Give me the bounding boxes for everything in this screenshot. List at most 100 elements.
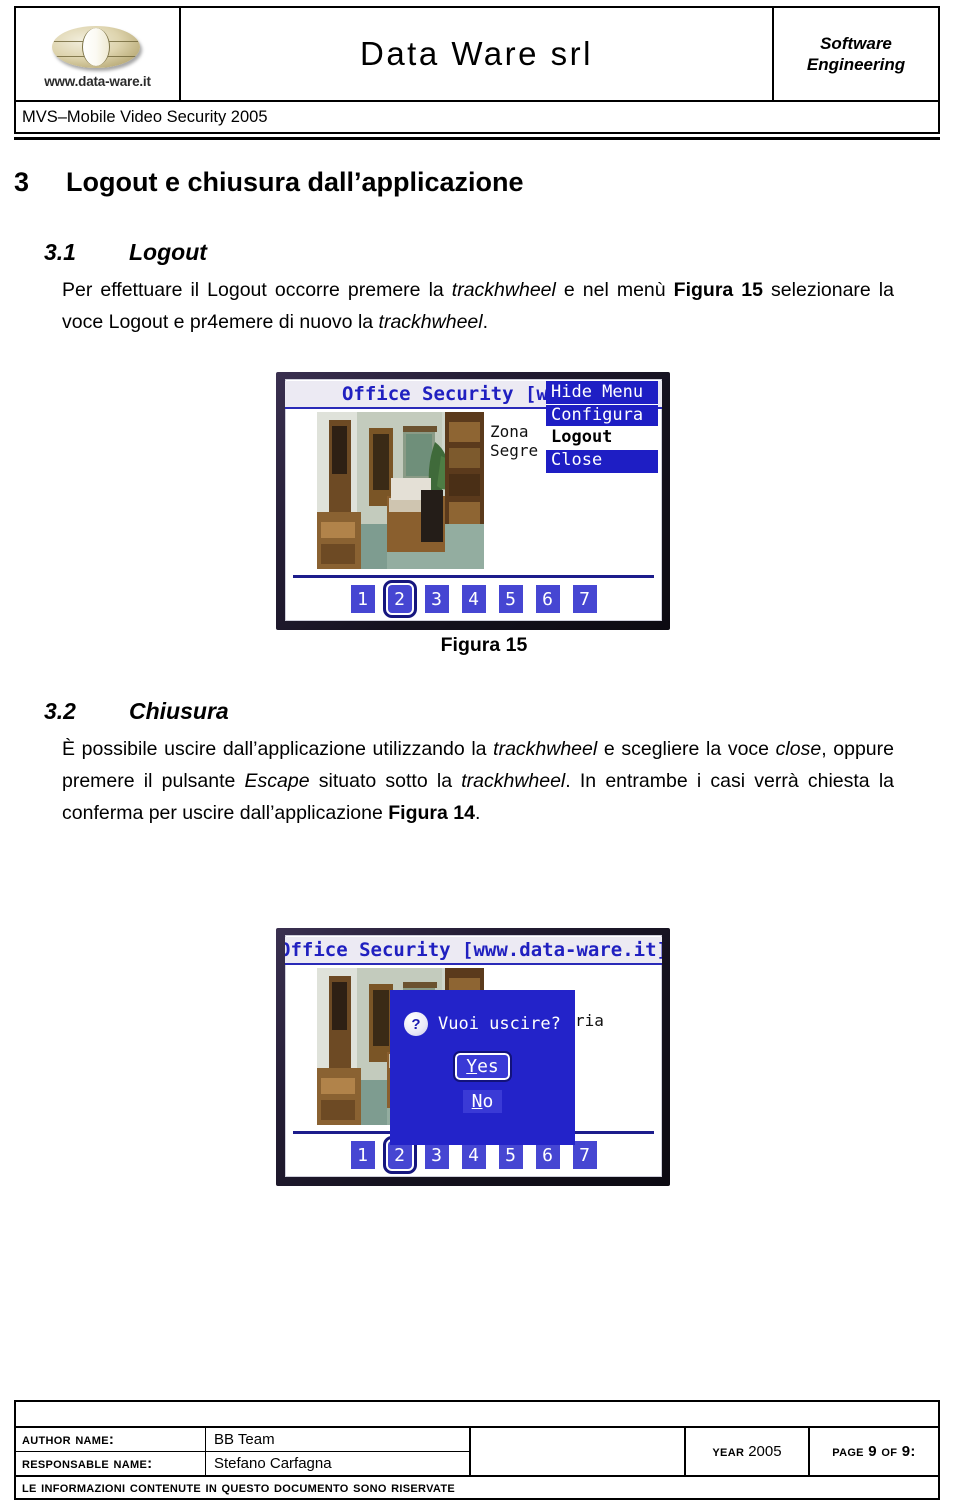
subsection-number-logout: 3.1 xyxy=(44,238,76,265)
figure-14-screenshot: Office Security [www.data-ware.it] ria ?… xyxy=(276,928,670,1186)
camera-button-2[interactable]: 2 xyxy=(382,1136,417,1174)
subsection-number-chiusura: 3.2 xyxy=(44,698,76,725)
dialog-yes-button[interactable]: Yes xyxy=(453,1051,512,1082)
no-mnemonic: N xyxy=(471,1091,483,1112)
year-label: Year xyxy=(712,1443,745,1460)
camera-button-4[interactable]: 4 xyxy=(461,1141,486,1169)
text-run-italic: close xyxy=(775,738,822,761)
header-logo-cell: www.data-ware.it xyxy=(16,8,181,100)
figure-15-screenshot: Office Security [www.da Zona Segre Hide … xyxy=(276,372,670,630)
subsection-title-logout: Logout xyxy=(129,238,207,265)
footer-main-row: Author Name: BB Team Responsable Name: S… xyxy=(16,1428,938,1475)
page-current: 9 xyxy=(868,1443,877,1460)
confidentiality-notice: Le informazioni contenute in questo docu… xyxy=(16,1475,938,1498)
camera-button-5[interactable]: 5 xyxy=(498,1141,523,1169)
context-menu[interactable]: Hide Menu Configura Logout Close xyxy=(546,381,658,474)
text-run: Per effettuare il Logout occorre premere… xyxy=(62,278,452,301)
footer-author-row: Author Name: BB Team xyxy=(16,1428,469,1452)
responsable-name-value: Stefano Carfagna xyxy=(214,1455,332,1472)
header-tagline-cell: Software Engineering xyxy=(774,8,938,100)
camera-button-2[interactable]: 2 xyxy=(382,580,417,618)
page-footer: Author Name: BB Team Responsable Name: S… xyxy=(14,1400,940,1500)
yes-mnemonic: Y xyxy=(466,1056,478,1077)
camera-button-6[interactable]: 6 xyxy=(535,585,560,613)
text-run: e nel menù xyxy=(555,278,674,301)
paragraph-chiusura: È possibile uscire dall’applicazione uti… xyxy=(62,734,894,829)
logo-website-url: www.data-ware.it xyxy=(44,73,151,89)
text-run: . xyxy=(474,801,481,824)
figure-15-caption: Figura 15 xyxy=(440,634,528,657)
page-total: 9: xyxy=(901,1443,916,1460)
page-label: Page xyxy=(832,1443,864,1460)
footer-year-cell: Year 2005 xyxy=(686,1428,810,1475)
dialog-button-group: Yes No xyxy=(390,1051,575,1113)
paragraph-logout: Per effettuare il Logout occorre premere… xyxy=(62,275,894,338)
section-heading: 3 Logout e chiusura dall’applicazione xyxy=(14,167,940,198)
tagline-line-1: Software xyxy=(820,33,892,53)
zone-label: Zona Segre xyxy=(490,422,539,461)
camera-button-7[interactable]: 7 xyxy=(572,585,597,613)
zone-label-line-2: Segre xyxy=(490,440,539,460)
device-screen: Office Security [www.data-ware.it] ria ?… xyxy=(285,935,662,1177)
subsection-title-chiusura: Chiusura xyxy=(129,698,229,725)
text-run-italic: Escape xyxy=(244,770,310,793)
camera-number-bar: 1 2 3 4 5 6 7 xyxy=(285,580,662,618)
dialog-message-row: ? Vuoi uscire? xyxy=(390,990,575,1036)
page-header: www.data-ware.it Data Ware srl Software … xyxy=(14,6,940,140)
year-value: 2005 xyxy=(748,1443,782,1460)
zone-label-behind-dialog: ria xyxy=(575,1011,604,1030)
footer-empty-cell xyxy=(471,1428,686,1475)
text-run-bold: Figura 14 xyxy=(388,801,475,824)
header-company-cell: Data Ware srl xyxy=(181,8,774,100)
dialog-no-button[interactable]: No xyxy=(462,1090,503,1113)
document-subtitle-bar: MVS–Mobile Video Security 2005 xyxy=(14,102,940,134)
camera-button-5[interactable]: 5 xyxy=(498,585,523,613)
menu-item-logout[interactable]: Logout xyxy=(546,426,658,450)
footer-responsable-row: Responsable Name: Stefano Carfagna xyxy=(16,1452,469,1475)
company-name: Data Ware srl xyxy=(360,35,593,72)
camera-button-7[interactable]: 7 xyxy=(572,1141,597,1169)
camera-number-bar: 1 2 3 4 5 6 7 xyxy=(285,1136,662,1174)
app-titlebar: Office Security [www.data-ware.it] xyxy=(285,937,662,965)
page-content: 3 Logout e chiusura dall’applicazione 3.… xyxy=(14,167,940,1186)
office-room-photo xyxy=(317,412,484,569)
camera-button-1[interactable]: 1 xyxy=(350,1141,375,1169)
footer-table: Author Name: BB Team Responsable Name: S… xyxy=(14,1426,940,1500)
header-divider-rule xyxy=(14,137,940,140)
tagline-line-2: Engineering xyxy=(806,55,906,74)
data-ware-globe-logo-icon xyxy=(51,22,144,72)
question-mark-icon: ? xyxy=(404,1012,428,1036)
text-run: situato sotto la xyxy=(309,770,462,793)
menu-item-hide-menu[interactable]: Hide Menu xyxy=(546,382,658,405)
device-bezel: Office Security [www.da Zona Segre Hide … xyxy=(276,372,670,630)
screen-divider xyxy=(293,575,654,578)
menu-item-configura[interactable]: Configura xyxy=(546,405,658,427)
footer-page-cell: Page 9 of 9: xyxy=(810,1428,938,1475)
camera-button-1[interactable]: 1 xyxy=(350,585,375,613)
responsable-name-label: Responsable Name: xyxy=(16,1452,206,1475)
zone-label-line-1: Zona xyxy=(490,422,529,441)
footer-names-block: Author Name: BB Team Responsable Name: S… xyxy=(16,1428,471,1475)
text-run-italic: trackhwheel xyxy=(493,738,598,761)
document-subtitle: MVS–Mobile Video Security 2005 xyxy=(22,107,268,126)
subsection-heading-chiusura: 3.2 Chiusura xyxy=(44,698,940,725)
camera-button-4[interactable]: 4 xyxy=(461,585,486,613)
author-name-value: BB Team xyxy=(214,1431,275,1448)
camera-feed-thumbnail xyxy=(317,412,484,569)
text-run-italic: trackhwheel xyxy=(461,770,566,793)
device-bezel: Office Security [www.data-ware.it] ria ?… xyxy=(276,928,670,1186)
text-run-italic: trackhwheel xyxy=(451,278,556,301)
device-screen: Office Security [www.da Zona Segre Hide … xyxy=(285,379,662,621)
dialog-question-text: Vuoi uscire? xyxy=(438,1014,561,1034)
camera-button-6[interactable]: 6 xyxy=(535,1141,560,1169)
exit-confirmation-dialog: ? Vuoi uscire? Yes No xyxy=(390,990,575,1145)
author-name-label: Author Name: xyxy=(16,1428,206,1451)
text-run-italic: trackhwheel xyxy=(378,310,483,333)
text-run: e scegliere la voce xyxy=(597,738,776,761)
footer-spacer-row xyxy=(14,1400,940,1426)
camera-button-3[interactable]: 3 xyxy=(424,1141,449,1169)
text-run: È possibile uscire dall’applicazione uti… xyxy=(62,738,494,761)
header-table: www.data-ware.it Data Ware srl Software … xyxy=(14,6,940,102)
menu-item-close[interactable]: Close xyxy=(546,450,658,472)
camera-button-3[interactable]: 3 xyxy=(424,585,449,613)
